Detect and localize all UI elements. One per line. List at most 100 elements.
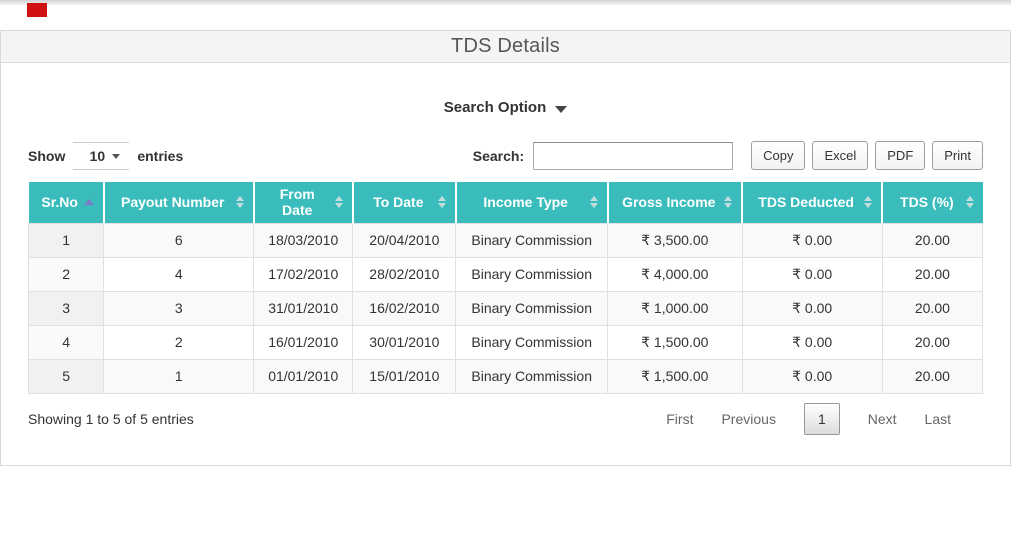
show-label: Show <box>28 148 65 164</box>
column-header-from-date[interactable]: From Date <box>254 182 353 223</box>
table-row: 5101/01/201015/01/2010Binary Commission₹… <box>29 359 983 393</box>
column-label: Gross Income <box>622 194 715 210</box>
entries-label: entries <box>137 148 183 164</box>
sort-ascending-icon <box>84 199 94 205</box>
sort-both-icon <box>236 196 244 208</box>
table-body: 1618/03/201020/04/2010Binary Commission₹… <box>29 223 983 393</box>
table-header-row: Sr.No Payout Number From Date To Date Income… <box>29 182 983 223</box>
cell-gross-income: ₹ 4,000.00 <box>608 257 743 291</box>
cell-income-type: Binary Commission <box>456 257 608 291</box>
column-header-tds[interactable]: TDS (%) <box>882 182 982 223</box>
cell-gross-income: ₹ 3,500.00 <box>608 223 743 257</box>
column-label: From Date <box>280 186 315 218</box>
column-label: To Date <box>373 194 423 210</box>
cell-tds: 20.00 <box>882 291 982 325</box>
cell-tds: 20.00 <box>882 359 982 393</box>
page-length-control: Show 10 entries <box>28 142 183 170</box>
cell-income-type: Binary Commission <box>456 223 608 257</box>
column-label: TDS Deducted <box>758 194 854 210</box>
sort-both-icon <box>966 196 974 208</box>
copy-button[interactable]: Copy <box>751 141 805 170</box>
cell-to-date: 28/02/2010 <box>353 257 456 291</box>
print-button[interactable]: Print <box>932 141 983 170</box>
table-row: 4216/01/201030/01/2010Binary Commission₹… <box>29 325 983 359</box>
table-header: Sr.No Payout Number From Date To Date Income… <box>29 182 983 223</box>
cell-sr-no: 1 <box>29 223 104 257</box>
column-header-sr-no[interactable]: Sr.No <box>29 182 104 223</box>
table-controls-row: Show 10 entries Search: CopyExcelPDFPrin… <box>28 141 983 170</box>
table-row: 2417/02/201028/02/2010Binary Commission₹… <box>29 257 983 291</box>
cell-tds: 20.00 <box>882 257 982 291</box>
cell-income-type: Binary Commission <box>456 325 608 359</box>
table-row: 1618/03/201020/04/2010Binary Commission₹… <box>29 223 983 257</box>
column-label: TDS (%) <box>900 194 954 210</box>
page-length-select-wrap: 10 <box>73 142 129 170</box>
search-input[interactable] <box>533 142 733 170</box>
page-length-select[interactable]: 10 <box>73 142 129 170</box>
sort-both-icon <box>864 196 872 208</box>
cell-tds-deducted: ₹ 0.00 <box>742 359 882 393</box>
cell-income-type: Binary Commission <box>456 291 608 325</box>
cell-tds-deducted: ₹ 0.00 <box>742 325 882 359</box>
pagination: First Previous 1 Next Last <box>666 403 983 435</box>
entries-info: Showing 1 to 5 of 5 entries <box>28 411 194 427</box>
cell-from-date: 31/01/2010 <box>254 291 353 325</box>
cell-from-date: 18/03/2010 <box>254 223 353 257</box>
cell-to-date: 15/01/2010 <box>353 359 456 393</box>
cell-sr-no: 2 <box>29 257 104 291</box>
cell-tds: 20.00 <box>882 223 982 257</box>
pagination-next-button[interactable]: Next <box>868 411 897 427</box>
column-label: Sr.No <box>41 194 78 210</box>
pagination-current-page-button[interactable]: 1 <box>804 403 840 435</box>
column-label: Income Type <box>483 194 568 210</box>
column-header-to-date[interactable]: To Date <box>353 182 456 223</box>
panel-body: Search Option Show 10 entries Search: Co… <box>1 63 1010 465</box>
cell-to-date: 20/04/2010 <box>353 223 456 257</box>
table-row: 3331/01/201016/02/2010Binary Commission₹… <box>29 291 983 325</box>
top-left-red-marker <box>27 3 47 17</box>
chevron-down-icon <box>555 106 567 113</box>
cell-to-date: 16/02/2010 <box>353 291 456 325</box>
cell-from-date: 16/01/2010 <box>254 325 353 359</box>
panel-header: TDS Details <box>1 31 1010 63</box>
column-label: Payout Number <box>121 194 224 210</box>
cell-from-date: 17/02/2010 <box>254 257 353 291</box>
cell-to-date: 30/01/2010 <box>353 325 456 359</box>
cell-gross-income: ₹ 1,500.00 <box>608 325 743 359</box>
search-option-section: Search Option <box>28 99 983 117</box>
pdf-button[interactable]: PDF <box>875 141 925 170</box>
cell-gross-income: ₹ 1,000.00 <box>608 291 743 325</box>
cell-sr-no: 5 <box>29 359 104 393</box>
table-footer: Showing 1 to 5 of 5 entries First Previo… <box>28 403 983 435</box>
cell-gross-income: ₹ 1,500.00 <box>608 359 743 393</box>
search-option-toggle[interactable]: Search Option <box>444 99 568 116</box>
pagination-last-button[interactable]: Last <box>925 411 951 427</box>
top-border-strip <box>0 0 1011 5</box>
cell-tds-deducted: ₹ 0.00 <box>742 223 882 257</box>
excel-button[interactable]: Excel <box>812 141 868 170</box>
search-label: Search: <box>473 148 524 164</box>
cell-payout-number: 6 <box>104 223 254 257</box>
cell-tds-deducted: ₹ 0.00 <box>742 291 882 325</box>
cell-income-type: Binary Commission <box>456 359 608 393</box>
column-header-gross-income[interactable]: Gross Income <box>608 182 743 223</box>
search-option-label: Search Option <box>444 99 547 116</box>
search-and-export: Search: CopyExcelPDFPrint <box>473 141 983 170</box>
cell-payout-number: 1 <box>104 359 254 393</box>
column-header-tds-deducted[interactable]: TDS Deducted <box>742 182 882 223</box>
cell-sr-no: 3 <box>29 291 104 325</box>
cell-tds-deducted: ₹ 0.00 <box>742 257 882 291</box>
cell-tds: 20.00 <box>882 325 982 359</box>
cell-from-date: 01/01/2010 <box>254 359 353 393</box>
export-button-group: CopyExcelPDFPrint <box>744 141 983 170</box>
cell-sr-no: 4 <box>29 325 104 359</box>
page-title: TDS Details <box>451 35 560 58</box>
sort-both-icon <box>438 196 446 208</box>
pagination-previous-button[interactable]: Previous <box>721 411 775 427</box>
cell-payout-number: 4 <box>104 257 254 291</box>
tds-table: Sr.No Payout Number From Date To Date Income… <box>28 182 983 394</box>
sort-both-icon <box>724 196 732 208</box>
pagination-first-button[interactable]: First <box>666 411 693 427</box>
column-header-payout-number[interactable]: Payout Number <box>104 182 254 223</box>
column-header-income-type[interactable]: Income Type <box>456 182 608 223</box>
